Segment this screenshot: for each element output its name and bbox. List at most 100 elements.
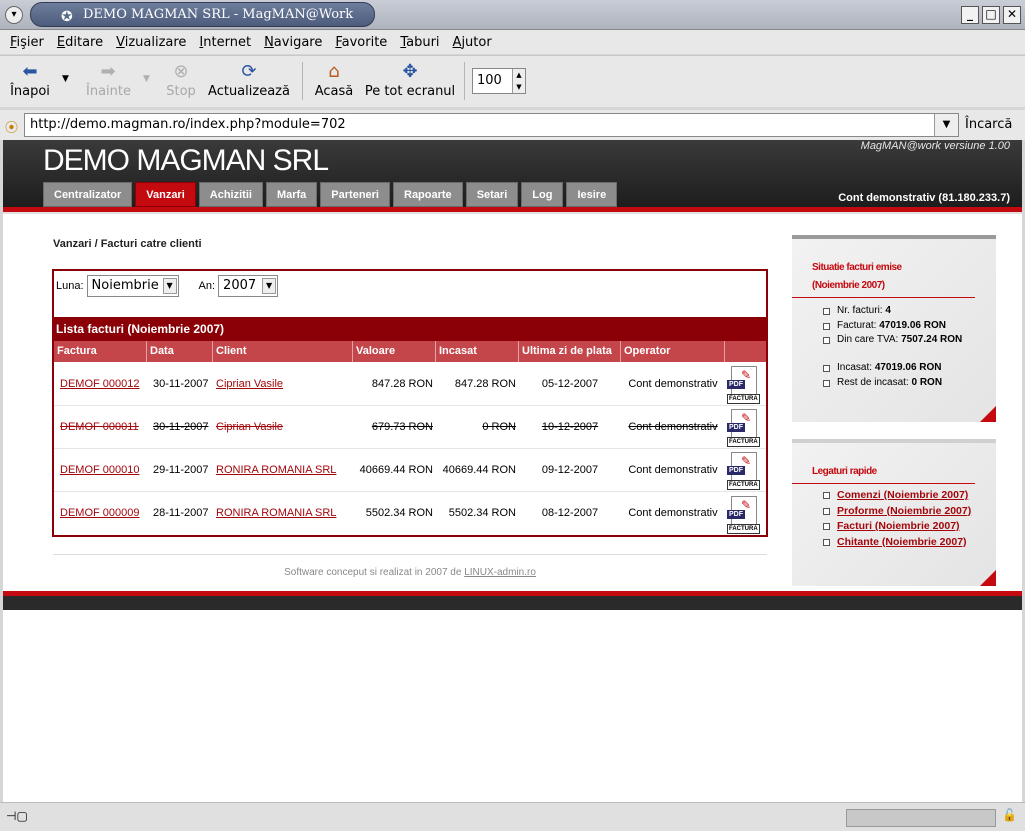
pdf-download-button[interactable]: ✎ PDF FACTURA bbox=[725, 494, 766, 534]
footer-dark-bar bbox=[3, 596, 1022, 610]
invoice-link[interactable]: DEMOF 000011 bbox=[60, 421, 139, 433]
fullscreen-button[interactable]: ✥ Pe tot ecranul bbox=[364, 60, 456, 99]
quick-link-item: Chitante (Noiembrie 2007) bbox=[812, 535, 996, 550]
quick-link-item: Facturi (Noiembrie 2007) bbox=[812, 519, 996, 534]
table-row: DEMOF 000010 29-11-2007 RONIRA ROMANIA S… bbox=[54, 449, 766, 492]
quick-links-box: Legaturi rapide Comenzi (Noiembrie 2007)… bbox=[792, 439, 996, 586]
menu-edit[interactable]: Editare bbox=[57, 35, 103, 50]
invoice-link[interactable]: DEMOF 000009 bbox=[60, 507, 139, 519]
back-button[interactable]: ⬅ Înapoi bbox=[8, 60, 52, 99]
tab-parteneri[interactable]: Parteneri bbox=[320, 182, 390, 207]
menu-tabs[interactable]: Taburi bbox=[400, 35, 439, 50]
tab-iesire[interactable]: Iesire bbox=[566, 182, 618, 207]
quick-link-item: Comenzi (Noiembrie 2007) bbox=[812, 488, 996, 503]
url-dropdown-icon[interactable]: ▼ bbox=[934, 114, 958, 136]
invoice-paid: 847.28 RON bbox=[454, 377, 516, 390]
minimize-button[interactable]: _ bbox=[961, 6, 979, 24]
forward-arrow-icon: ➡ bbox=[100, 61, 116, 82]
invoice-value: 679.73 RON bbox=[371, 420, 433, 433]
close-button[interactable]: ✕ bbox=[1003, 6, 1021, 24]
go-button[interactable]: Încarcă bbox=[965, 117, 1012, 132]
stop-button[interactable]: ⊗ Stop bbox=[164, 60, 198, 99]
reload-button[interactable]: ⟳ Actualizează bbox=[206, 60, 292, 99]
menu-favorites[interactable]: Favorite bbox=[335, 35, 387, 50]
home-button[interactable]: ⌂ Acasă bbox=[312, 60, 356, 99]
window-titlebar: ▾ ✪ DEMO MAGMAN SRL - MagMAN@Work _ □ ✕ bbox=[0, 0, 1025, 30]
back-history-dropdown[interactable]: ▼ bbox=[62, 74, 69, 84]
footer: Software conceput si realizat in 2007 de… bbox=[284, 567, 536, 578]
quick-link-comenzi[interactable]: Comenzi (Noiembrie 2007) bbox=[837, 489, 968, 501]
window-menu-icon[interactable]: ▾ bbox=[5, 6, 23, 24]
menu-view[interactable]: Vizualizare bbox=[116, 35, 186, 50]
corner-decoration bbox=[980, 570, 996, 586]
corner-decoration bbox=[980, 406, 996, 422]
pdf-download-button[interactable]: ✎ PDF FACTURA bbox=[725, 364, 766, 404]
pdf-download-button[interactable]: ✎ PDF FACTURA bbox=[725, 407, 766, 447]
col-pdf bbox=[725, 341, 766, 362]
version-text: MagMAN@work versiune 1.00 bbox=[860, 140, 1010, 152]
quick-link-proforme[interactable]: Proforme (Noiembrie 2007) bbox=[837, 505, 971, 517]
zoom-spin-icon[interactable]: ▲ ▼ bbox=[512, 69, 525, 93]
pdf-download-button[interactable]: ✎ PDF FACTURA bbox=[725, 450, 766, 490]
quick-links-title: Legaturi rapide bbox=[792, 443, 975, 484]
forward-button[interactable]: ➡ Înainte bbox=[86, 60, 131, 99]
col-operator: Operator bbox=[621, 341, 725, 362]
maximize-button[interactable]: □ bbox=[982, 6, 1000, 24]
invoice-date: 30-11-2007 bbox=[153, 377, 209, 390]
client-link[interactable]: Ciprian Vasile bbox=[216, 378, 283, 390]
tab-achizitii[interactable]: Achizitii bbox=[198, 182, 263, 207]
main-nav: Centralizator Vanzari Achizitii Marfa Pa… bbox=[43, 182, 618, 207]
quick-link-chitante[interactable]: Chitante (Noiembrie 2007) bbox=[837, 536, 967, 548]
year-label: An: bbox=[198, 280, 216, 292]
menu-internet[interactable]: Internet bbox=[199, 35, 251, 50]
tab-marfa[interactable]: Marfa bbox=[265, 182, 318, 207]
year-select[interactable]: 2007 ▼ bbox=[218, 275, 279, 297]
toolbar-separator bbox=[464, 62, 465, 100]
tab-log[interactable]: Log bbox=[521, 182, 564, 207]
tab-setari[interactable]: Setari bbox=[465, 182, 519, 207]
client-link[interactable]: RONIRA ROMANIA SRL bbox=[216, 507, 336, 519]
invoice-link[interactable]: DEMOF 000012 bbox=[60, 378, 139, 390]
invoice-link[interactable]: DEMOF 000010 bbox=[60, 464, 139, 476]
client-link[interactable]: Ciprian Vasile bbox=[216, 421, 283, 433]
summary-item: Din care TVA: 7507.24 RON bbox=[812, 333, 996, 347]
tab-rapoarte[interactable]: Rapoarte bbox=[393, 182, 463, 207]
pdf-icon: ✎ PDF FACTURA bbox=[727, 409, 760, 447]
month-select[interactable]: Noiembrie ▼ bbox=[86, 275, 179, 297]
reload-icon: ⟳ bbox=[241, 61, 257, 82]
menu-file[interactable]: Fişier bbox=[10, 35, 44, 50]
col-factura: Factura bbox=[54, 341, 147, 362]
sidebar-toggle-icon[interactable]: ⊣▢ bbox=[6, 809, 28, 823]
zoom-stepper[interactable]: 100 ▲ ▼ bbox=[472, 68, 526, 94]
invoice-paid: 5502.34 RON bbox=[448, 507, 516, 519]
invoice-due-date: 08-12-2007 bbox=[541, 507, 599, 519]
summary-item: Facturat: 47019.06 RON bbox=[812, 319, 996, 333]
footer-link[interactable]: LINUX-admin.ro bbox=[464, 567, 536, 578]
pdf-icon: ✎ PDF FACTURA bbox=[727, 366, 760, 404]
invoice-panel: Luna: Noiembrie ▼ An: 2007 ▼ Lista factu… bbox=[52, 269, 768, 537]
site-header: DEMO MAGMAN SRL MagMAN@work versiune 1.0… bbox=[3, 140, 1022, 207]
tab-vanzari[interactable]: Vanzari bbox=[135, 182, 196, 207]
menu-navigate[interactable]: Navigare bbox=[264, 35, 322, 50]
client-link[interactable]: RONIRA ROMANIA SRL bbox=[216, 464, 336, 476]
quick-link-facturi[interactable]: Facturi (Noiembrie 2007) bbox=[837, 520, 960, 532]
chevron-down-icon: ▼ bbox=[262, 278, 277, 294]
summary-item: Rest de incasat: 0 RON bbox=[812, 376, 996, 390]
progress-bar bbox=[846, 809, 996, 827]
url-input[interactable]: http://demo.magman.ro/index.php?module=7… bbox=[24, 113, 959, 137]
invoice-paid: 0 RON bbox=[482, 420, 516, 433]
invoice-date: 29-11-2007 bbox=[153, 463, 209, 476]
status-bar: ⊣▢ 🔓 bbox=[0, 802, 1025, 831]
chevron-down-icon: ▼ bbox=[162, 278, 177, 294]
invoice-value: 40669.44 RON bbox=[359, 463, 433, 476]
forward-history-dropdown[interactable]: ▼ bbox=[143, 74, 150, 84]
window-title-text: DEMO MAGMAN SRL - MagMAN@Work bbox=[83, 7, 354, 22]
invoice-date: 30-11-2007 bbox=[153, 420, 209, 433]
menu-help[interactable]: Ajutor bbox=[453, 35, 492, 50]
quick-link-item: Proforme (Noiembrie 2007) bbox=[812, 504, 996, 519]
tab-centralizator[interactable]: Centralizator bbox=[43, 182, 133, 207]
invoice-paid: 40669.44 RON bbox=[442, 463, 516, 476]
invoice-summary-box: Situatie facturi emise (Noiembrie 2007) … bbox=[792, 235, 996, 422]
invoice-due-date: 05-12-2007 bbox=[541, 377, 599, 390]
col-ultima-zi: Ultima zi de plata bbox=[519, 341, 621, 362]
